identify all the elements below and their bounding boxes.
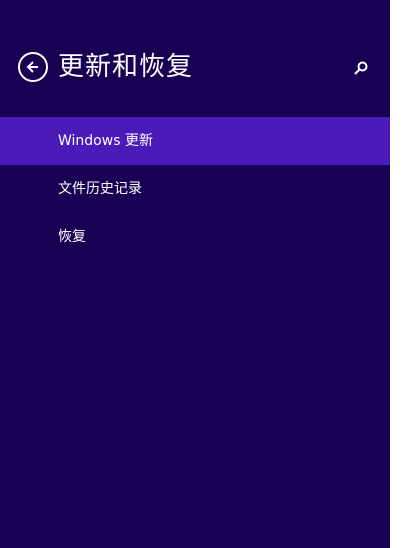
back-button[interactable] <box>18 52 48 82</box>
page-title: 更新和恢复 <box>58 52 194 82</box>
nav-item-file-history[interactable]: 文件历史记录 <box>0 165 390 213</box>
back-arrow-icon <box>26 61 38 73</box>
header: 更新和恢复 <box>18 50 193 84</box>
settings-pane: 更新和恢复 Windows 更新 文件历史记录 恢复 <box>0 0 390 548</box>
nav-item-windows-update[interactable]: Windows 更新 <box>0 117 390 165</box>
search-button[interactable] <box>350 57 372 79</box>
search-icon <box>354 61 368 75</box>
nav-item-recovery[interactable]: 恢复 <box>0 213 390 261</box>
nav-list: Windows 更新 文件历史记录 恢复 <box>0 117 390 261</box>
